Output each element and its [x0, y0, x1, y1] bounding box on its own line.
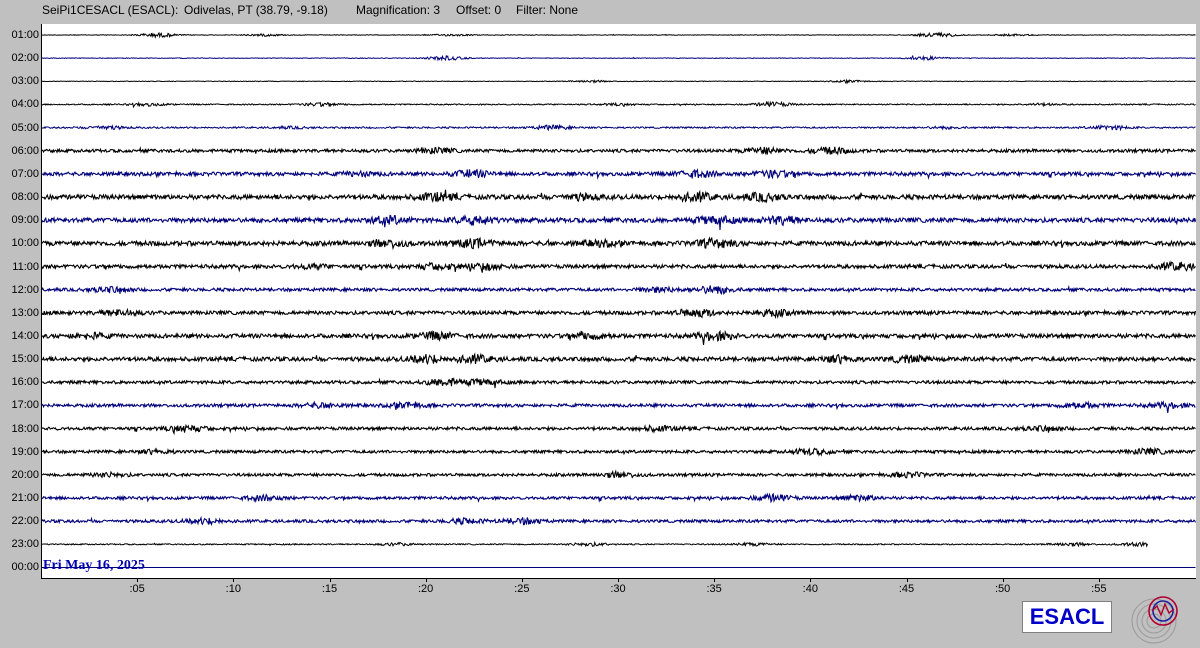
hour-label: 13:00 — [11, 306, 39, 319]
esacl-logo: ESACL — [1022, 601, 1112, 633]
helicorder-svg — [42, 31, 1196, 568]
logo-text: ESACL — [1029, 604, 1105, 629]
filter-readout: Filter: None — [516, 3, 579, 17]
station-location: Odivelas, PT (38.79, -9.18) — [184, 3, 328, 17]
date-label: Fri May 16, 2025 — [43, 558, 145, 573]
trace-0100 — [42, 31, 1196, 39]
hour-label: 16:00 — [11, 376, 39, 389]
minute-tick — [810, 578, 812, 582]
hour-label: 07:00 — [11, 167, 39, 180]
minute-label: :40 — [802, 583, 818, 595]
hour-label: 20:00 — [11, 468, 39, 481]
minute-tick — [329, 578, 331, 582]
station-name: SeiPi1CESACL (ESACL): — [42, 3, 179, 17]
minute-label: :10 — [225, 583, 241, 595]
hour-label: 18:00 — [11, 422, 39, 435]
hour-label: 04:00 — [11, 98, 39, 111]
hour-label: 01:00 — [11, 29, 39, 41]
hour-label: 03:00 — [11, 75, 39, 88]
trace-1500 — [42, 352, 1196, 366]
minute-label: :30 — [610, 583, 626, 595]
offset-readout: Offset: 0 — [456, 3, 502, 17]
minute-label: :15 — [321, 583, 338, 595]
hour-label: 00:00 — [11, 561, 39, 574]
minute-label: :05 — [129, 583, 145, 595]
minute-tick — [1098, 578, 1100, 582]
hour-label: 09:00 — [11, 214, 39, 227]
hour-label: 10:00 — [11, 237, 39, 250]
trace-1900 — [42, 446, 1196, 457]
minute-tick — [906, 578, 908, 582]
hour-label: 02:00 — [11, 52, 39, 65]
minute-label: :25 — [514, 583, 530, 595]
trace-0600 — [42, 145, 1196, 156]
trace-2300 — [42, 540, 1148, 548]
hour-label: 14:00 — [11, 329, 39, 342]
trace-0500 — [42, 123, 1196, 132]
minute-label: :45 — [898, 583, 915, 595]
trace-0300 — [42, 78, 1196, 85]
trace-1200 — [42, 284, 1196, 296]
minute-tick — [714, 578, 716, 582]
minute-tick — [233, 578, 235, 582]
trace-2000 — [42, 469, 1196, 479]
trace-1800 — [42, 423, 1196, 436]
hour-label: 11:00 — [12, 260, 39, 273]
minute-label: :20 — [418, 583, 434, 595]
hour-label: 22:00 — [11, 515, 39, 528]
hour-label: 15:00 — [11, 353, 39, 366]
hour-label: 05:00 — [11, 121, 39, 134]
hour-label: 17:00 — [11, 399, 39, 412]
seismogram-plot — [41, 24, 1196, 579]
minute-label: :50 — [995, 583, 1011, 595]
trace-1300 — [42, 307, 1196, 320]
minute-tick — [521, 578, 523, 582]
trace-0400 — [42, 100, 1196, 109]
minute-label: :55 — [1091, 583, 1107, 595]
hour-label: 21:00 — [11, 492, 39, 504]
trace-1400 — [42, 329, 1196, 345]
minute-tick — [137, 578, 139, 582]
trace-1700 — [42, 400, 1196, 414]
minute-label: :35 — [706, 583, 722, 595]
hour-label: 12:00 — [11, 283, 39, 296]
trace-1100 — [42, 260, 1196, 273]
hour-label: 08:00 — [11, 191, 39, 204]
hour-label: 06:00 — [11, 144, 39, 157]
trace-1600 — [42, 377, 1196, 389]
trace-2200 — [42, 515, 1196, 527]
header-bar: SeiPi1CESACL (ESACL): Odivelas, PT (38.79… — [42, 3, 578, 17]
hour-label: 19:00 — [11, 445, 39, 458]
seismograph-seal-icon — [1131, 596, 1178, 644]
magnification-readout: Magnification: 3 — [356, 3, 441, 17]
hour-label: 23:00 — [11, 538, 39, 551]
trace-1000 — [42, 236, 1196, 251]
minute-tick — [425, 578, 427, 582]
trace-2100 — [42, 492, 1196, 504]
trace-0700 — [42, 167, 1196, 180]
minute-tick — [618, 578, 619, 582]
minute-tick — [1002, 578, 1004, 582]
trace-0900 — [42, 214, 1196, 231]
trace-0200 — [42, 54, 1196, 62]
trace-0800 — [42, 189, 1196, 204]
